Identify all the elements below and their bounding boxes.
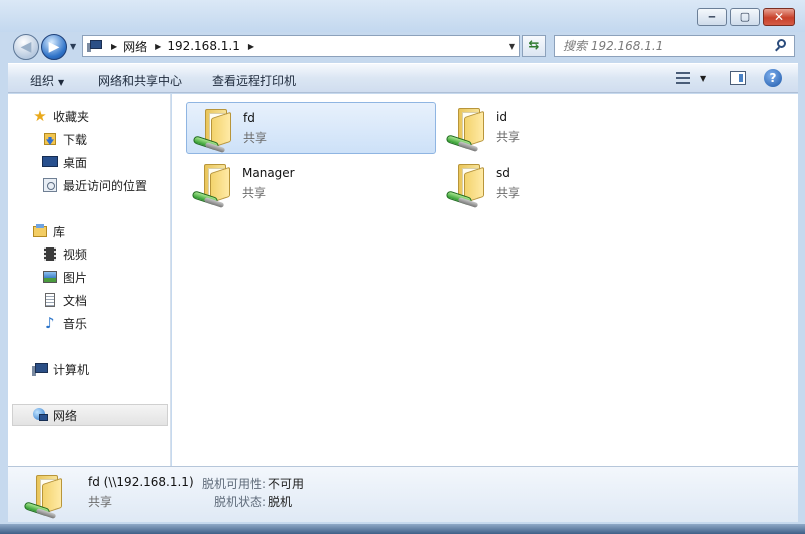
title-bar: ‒ ▢ ✕ (0, 0, 805, 32)
details-title: fd (\\192.168.1.1) (88, 475, 194, 489)
shared-folder-tile[interactable]: sd 共享 (440, 158, 690, 210)
organize-label: 组织 (30, 74, 55, 88)
view-dropdown-icon[interactable]: ▼ (700, 74, 706, 83)
preview-pane-icon[interactable] (730, 71, 746, 85)
video-icon (42, 246, 58, 262)
folder-type: 共享 (242, 186, 267, 200)
offline-availability-label: 脱机可用性: (202, 477, 267, 491)
shared-folder-tile[interactable]: fd 共享 (186, 102, 436, 154)
nav-label: 音乐 (63, 316, 88, 331)
file-list: fd 共享 id 共享 Manager 共享 sd 共享 (172, 94, 798, 466)
nav-label: 收藏夹 (53, 109, 90, 124)
breadcrumb-network[interactable]: 网络 (123, 38, 147, 55)
library-icon (32, 223, 48, 239)
nav-recent-places[interactable]: 最近访问的位置 (8, 174, 171, 196)
shared-folder-icon (22, 471, 68, 519)
nav-videos[interactable]: 视频 (8, 243, 171, 265)
nav-music[interactable]: ♪ 音乐 (8, 312, 171, 334)
taskbar-edge (0, 524, 805, 534)
shared-folder-tile[interactable]: id 共享 (440, 102, 690, 154)
download-folder-icon (42, 131, 58, 147)
folder-name: Manager (242, 166, 295, 180)
refresh-button[interactable]: ⇆ (522, 35, 546, 57)
network-sharing-center-button[interactable]: 网络和共享中心 (98, 72, 182, 89)
nav-libraries[interactable]: 库 (8, 220, 171, 242)
nav-downloads[interactable]: 下载 (8, 128, 171, 150)
network-icon (32, 407, 48, 423)
folder-name: fd (243, 111, 255, 125)
offline-status-value: 脱机 (268, 495, 293, 509)
folder-name: sd (496, 166, 510, 180)
address-bar[interactable]: ▶ 网络 ▶ 192.168.1.1 ▶ ▼ (82, 35, 520, 57)
breadcrumb-separator-icon[interactable]: ▶ (248, 42, 254, 51)
nav-label: 库 (53, 224, 66, 239)
chevron-down-icon: ▼ (58, 78, 65, 87)
minimize-button[interactable]: ‒ (697, 8, 727, 26)
window-controls: ‒ ▢ ✕ (694, 8, 795, 26)
back-arrow-icon: ◀ (20, 39, 32, 55)
nav-label: 视频 (63, 247, 88, 262)
nav-computer[interactable]: 计算机 (8, 358, 171, 380)
nav-label: 桌面 (63, 155, 88, 170)
breadcrumb-host[interactable]: 192.168.1.1 (167, 39, 240, 53)
computer-icon (32, 361, 48, 377)
offline-status-label: 脱机状态: (214, 495, 267, 509)
details-type: 共享 (88, 495, 113, 509)
shared-folder-icon (191, 105, 237, 153)
forward-arrow-icon: ▶ (48, 39, 60, 55)
search-icon[interactable] (774, 39, 788, 53)
details-pane: fd (\\192.168.1.1) 共享 脱机可用性: 不可用 脱机状态: 脱机 (8, 466, 798, 522)
shared-folder-icon (190, 160, 236, 208)
search-box[interactable] (554, 35, 795, 57)
nav-label: 图片 (63, 270, 88, 285)
nav-favorites[interactable]: ★ 收藏夹 (8, 105, 171, 127)
nav-documents[interactable]: 文档 (8, 289, 171, 311)
folder-type: 共享 (243, 131, 268, 145)
nav-pictures[interactable]: 图片 (8, 266, 171, 288)
change-view-icon[interactable] (676, 71, 690, 85)
search-input[interactable] (555, 36, 765, 56)
address-dropdown-icon[interactable]: ▼ (509, 42, 515, 51)
star-icon: ★ (33, 107, 47, 125)
folder-type: 共享 (496, 130, 521, 144)
offline-status: 脱机状态: 脱机 (214, 493, 292, 510)
nav-network[interactable]: 网络 (12, 404, 168, 426)
help-icon[interactable]: ? (764, 69, 782, 87)
maximize-icon: ▢ (739, 10, 751, 23)
offline-availability-value: 不可用 (268, 477, 305, 491)
document-icon (42, 292, 58, 308)
nav-desktop[interactable]: 桌面 (8, 151, 171, 173)
breadcrumb-separator-icon[interactable]: ▶ (155, 42, 161, 51)
offline-availability: 脱机可用性: 不可用 (202, 475, 304, 492)
refresh-icon: ⇆ (528, 38, 540, 53)
desktop-icon (42, 154, 58, 170)
nav-label: 下载 (63, 132, 88, 147)
shared-folder-tile[interactable]: Manager 共享 (186, 158, 436, 210)
command-bar: 组织 ▼ 网络和共享中心 查看远程打印机 ▼ ? (8, 63, 798, 93)
folder-type: 共享 (496, 186, 521, 200)
shared-folder-icon (444, 160, 490, 208)
nav-label: 最近访问的位置 (63, 178, 148, 193)
nav-label: 文档 (63, 293, 88, 308)
minimize-icon: ‒ (708, 10, 716, 23)
history-dropdown-icon[interactable]: ▼ (70, 42, 76, 51)
back-button[interactable]: ◀ (13, 34, 39, 60)
folder-name: id (496, 110, 507, 124)
navigation-pane: ★ 收藏夹 下载 桌面 最近访问的位置 库 视频 图片 文档 ♪ 音乐 计算机 网络 (8, 94, 171, 466)
nav-label: 网络 (53, 408, 78, 423)
breadcrumb-separator-icon[interactable]: ▶ (111, 42, 117, 51)
address-row: ◀ ▶ ▼ ▶ 网络 ▶ 192.168.1.1 ▶ ▼ ⇆ (0, 32, 805, 62)
organize-menu[interactable]: 组织 ▼ (30, 72, 64, 89)
close-icon: ✕ (773, 10, 785, 24)
view-remote-printers-button[interactable]: 查看远程打印机 (212, 72, 296, 89)
close-button[interactable]: ✕ (763, 8, 795, 26)
picture-icon (42, 269, 58, 285)
computer-network-icon (87, 40, 103, 52)
forward-button[interactable]: ▶ (41, 34, 67, 60)
nav-label: 计算机 (53, 362, 90, 377)
maximize-button[interactable]: ▢ (730, 8, 760, 26)
recent-places-icon (42, 177, 58, 193)
music-note-icon: ♪ (45, 314, 55, 332)
shared-folder-icon (444, 104, 490, 152)
